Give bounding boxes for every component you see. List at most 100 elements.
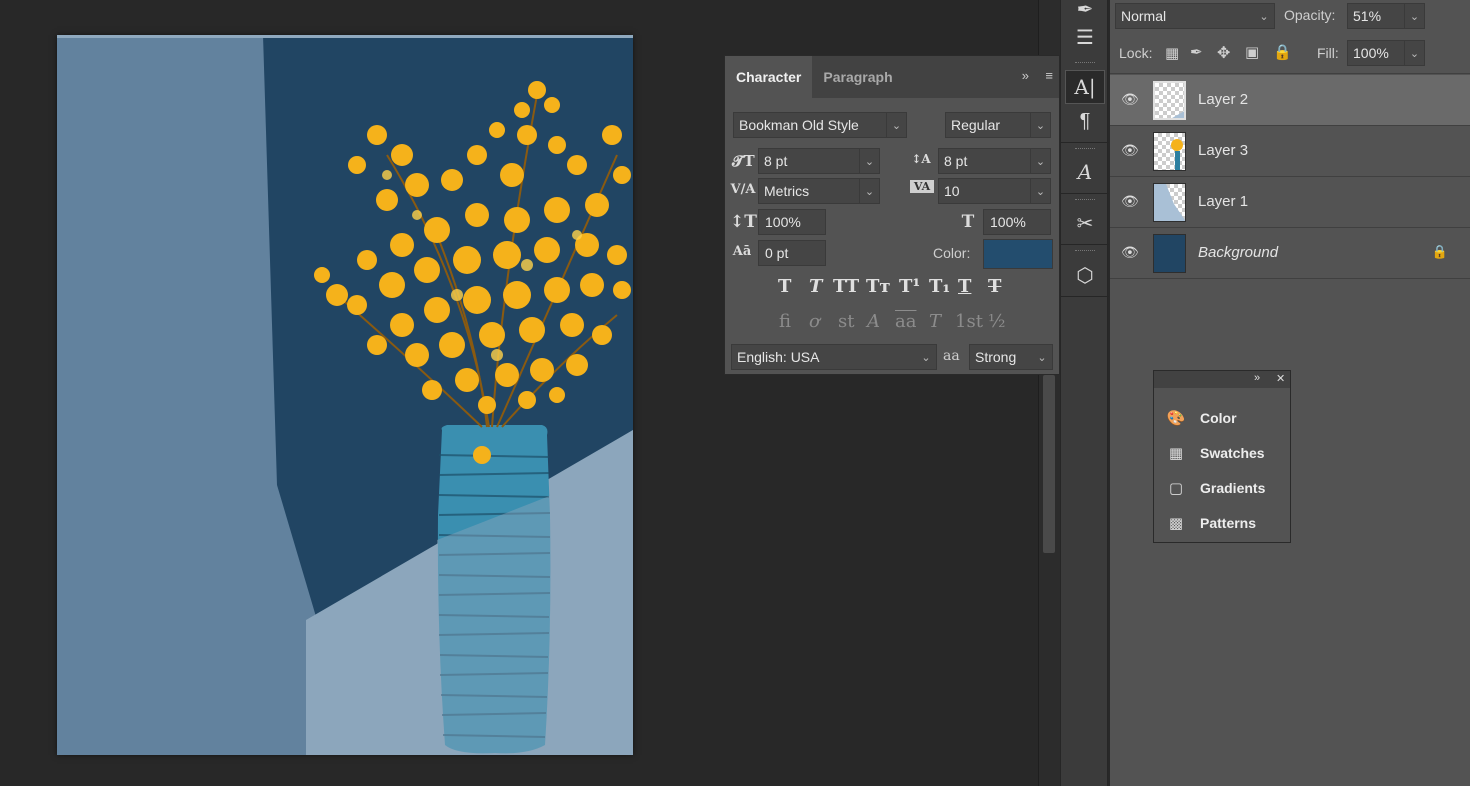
opacity-field[interactable]: 51% ⌄ [1347, 3, 1425, 29]
chevron-down-icon: ⌄ [1030, 113, 1050, 137]
visibility-eye-icon[interactable]: 👁 [1121, 193, 1139, 211]
chevron-down-icon: ⌄ [859, 149, 879, 173]
vertical-scale-field[interactable]: 100% [758, 209, 826, 235]
layer-thumbnail [1153, 132, 1186, 171]
font-size-icon: 𝓣T [732, 152, 755, 170]
leading-select[interactable]: 8 pt ⌄ [938, 148, 1051, 174]
panel-menu-icon[interactable]: ≡ [1045, 68, 1053, 83]
layer-name[interactable]: Layer 3 [1198, 142, 1248, 159]
scrollbar-thumb[interactable] [1043, 375, 1055, 553]
tab-paragraph[interactable]: Paragraph [812, 56, 903, 98]
faux-italic-button[interactable]: T [809, 276, 822, 297]
chevron-down-icon: ⌄ [1404, 41, 1424, 65]
panel-item-gradients[interactable]: ▢ Gradients [1154, 473, 1292, 503]
old-style-button[interactable]: ơ [809, 311, 820, 332]
adjustments-icon[interactable]: ☰ [1065, 20, 1105, 54]
ordinals-button[interactable]: 1st [955, 311, 983, 332]
fractions-button[interactable]: ½ [988, 311, 1005, 332]
document-canvas[interactable] [57, 35, 633, 755]
close-icon[interactable]: ✕ [1276, 372, 1285, 385]
subscript-button[interactable]: T₁ [929, 276, 950, 297]
lock-artboard-icon[interactable]: ▣ [1245, 43, 1259, 61]
character-panel: Character Paragraph » ≡ Bookman Old Styl… [724, 55, 1060, 375]
panel-item-label: Gradients [1200, 480, 1266, 496]
collapse-panel-icon[interactable]: » [1022, 68, 1029, 83]
swatches-icon: ▦ [1168, 445, 1184, 462]
font-style-select[interactable]: Regular ⌄ [945, 112, 1051, 138]
floating-panel-group: » ✕ 🎨 Color ▦ Swatches ▢ Gradients ▩ Pat… [1153, 370, 1291, 543]
visibility-eye-icon[interactable]: 👁 [1121, 244, 1139, 262]
tracking-value: 10 [944, 183, 960, 199]
font-size-select[interactable]: 8 pt ⌄ [758, 148, 880, 174]
lock-image-icon[interactable]: ✒ [1190, 43, 1203, 61]
3d-icon[interactable]: ⬡ [1065, 258, 1105, 292]
layer-name[interactable]: Layer 1 [1198, 193, 1248, 210]
titling-alternates-button[interactable]: T [929, 311, 941, 332]
grip-handle[interactable] [1075, 199, 1095, 201]
layer-row-layer-2[interactable]: 👁 Layer 2 [1110, 75, 1470, 126]
ligatures-button[interactable]: fi [779, 311, 791, 332]
tool-presets-icon[interactable]: ✂ [1065, 206, 1105, 240]
floating-panel-header[interactable]: » ✕ [1154, 371, 1290, 388]
lock-all-icon[interactable]: 🔒 [1273, 43, 1292, 61]
all-caps-button[interactable]: TT [833, 276, 859, 297]
chevron-down-icon: ⌄ [886, 113, 906, 137]
horizontal-scale-field[interactable]: 100% [983, 209, 1051, 235]
tracking-select[interactable]: 10 ⌄ [938, 178, 1051, 204]
font-family-value: Bookman Old Style [739, 117, 859, 133]
kerning-icon: V/A [730, 182, 756, 197]
visibility-eye-icon[interactable]: 👁 [1121, 91, 1139, 109]
strikethrough-button[interactable]: T [988, 276, 1001, 297]
grip-handle[interactable] [1075, 148, 1095, 150]
lock-label: Lock: [1119, 45, 1153, 61]
chevron-down-icon: ⌄ [921, 351, 931, 364]
layer-name[interactable]: Layer 2 [1198, 91, 1248, 108]
font-family-select[interactable]: Bookman Old Style ⌄ [733, 112, 907, 138]
grip-handle[interactable] [1075, 250, 1095, 252]
grip-handle[interactable] [1075, 62, 1095, 64]
expand-panel-icon[interactable]: » [1254, 372, 1260, 384]
vertical-scale-icon: ↕T [730, 212, 757, 232]
underline-button[interactable]: T [958, 276, 971, 297]
panel-item-patterns[interactable]: ▩ Patterns [1154, 508, 1292, 538]
kerning-select[interactable]: Metrics ⌄ [758, 178, 880, 204]
language-select[interactable]: English: USA ⌄ [731, 344, 937, 370]
gradient-icon: ▢ [1168, 480, 1184, 497]
font-style-value: Regular [951, 117, 1001, 133]
lock-transparent-icon[interactable]: ▦ [1165, 44, 1179, 62]
lock-position-icon[interactable]: ✥ [1217, 43, 1230, 63]
visibility-eye-icon[interactable]: 👁 [1121, 142, 1139, 160]
font-size-value: 8 pt [764, 153, 788, 169]
small-caps-button[interactable]: Tт [866, 276, 891, 297]
kerning-value: Metrics [764, 183, 810, 199]
superscript-button[interactable]: T¹ [899, 276, 920, 297]
character-icon[interactable]: A| [1065, 70, 1105, 104]
tool-separator [1061, 296, 1109, 297]
paragraph-icon[interactable]: ¶ [1065, 104, 1105, 138]
blend-mode-select[interactable]: Normal ⌄ [1115, 3, 1275, 29]
layer-row-layer-3[interactable]: 👁 Layer 3 [1110, 126, 1470, 177]
panel-item-swatches[interactable]: ▦ Swatches [1154, 438, 1292, 468]
antialias-select[interactable]: Strong ⌄ [969, 344, 1053, 370]
layer-thumbnail [1153, 183, 1186, 222]
tab-character[interactable]: Character [725, 56, 813, 98]
layer-name[interactable]: Background [1198, 244, 1278, 261]
palette-icon: 🎨 [1166, 410, 1186, 427]
panel-item-label: Patterns [1200, 515, 1257, 531]
discretionary-ligatures-button[interactable]: st [838, 311, 854, 332]
layer-row-background[interactable]: 👁 Background 🔒 [1110, 228, 1470, 279]
tracking-icon: VA [910, 180, 934, 193]
character-panel-tabs: Character Paragraph » ≡ [725, 56, 1059, 98]
glyphs-icon[interactable]: A [1065, 155, 1105, 189]
layer-row-layer-1[interactable]: 👁 Layer 1 [1110, 177, 1470, 228]
baseline-shift-field[interactable]: 0 pt [758, 240, 826, 266]
text-color-swatch[interactable] [983, 239, 1053, 269]
chevron-down-icon: ⌄ [1037, 351, 1047, 364]
fill-field[interactable]: 100% ⌄ [1347, 40, 1425, 66]
stylistic-alternates-button[interactable]: aa [895, 311, 916, 332]
panel-item-color[interactable]: 🎨 Color [1154, 403, 1292, 433]
lock-icon: 🔒 [1431, 244, 1448, 259]
swash-button[interactable]: A [867, 311, 880, 332]
faux-bold-button[interactable]: T [778, 276, 791, 297]
fill-label: Fill: [1317, 45, 1339, 61]
